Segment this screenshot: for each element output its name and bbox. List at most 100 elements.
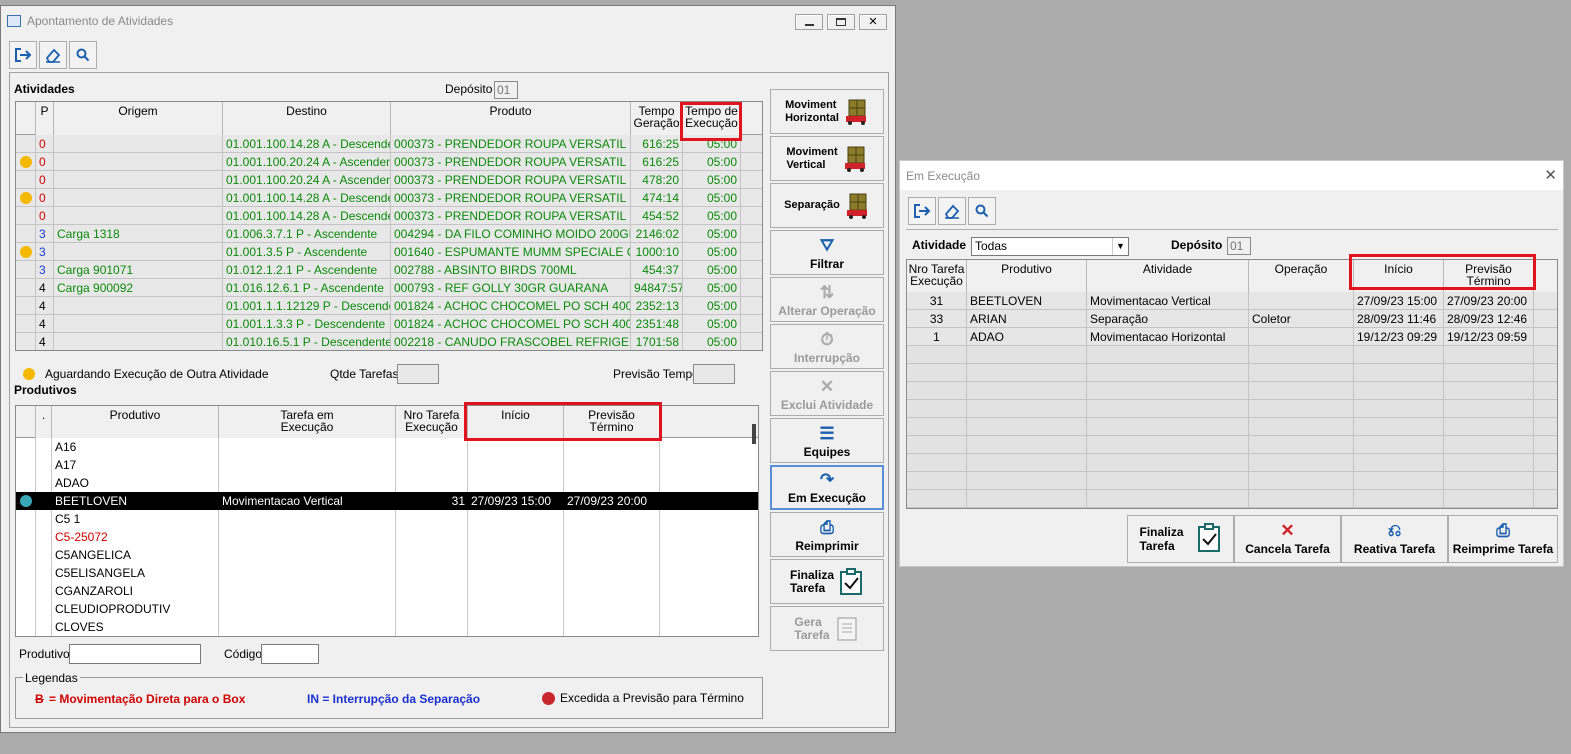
exclui-atividade-button[interactable]: ✕ Exclui Atividade xyxy=(770,371,884,416)
moviment-horizontal-button[interactable]: Moviment Horizontal xyxy=(770,89,884,134)
operacao-cell xyxy=(1249,346,1354,364)
termino-cell xyxy=(1444,346,1534,364)
nro-tarefa-cell: 33 xyxy=(907,310,967,328)
exit-button[interactable] xyxy=(9,41,37,69)
produtivos-grid: . Produtivo Tarefa em Execução Nro Tarefa E… xyxy=(15,405,759,637)
exec-col-header[interactable]: Produtivo xyxy=(967,260,1087,292)
exec-exit-button[interactable] xyxy=(908,197,936,225)
exec-deposito-field[interactable]: 01 xyxy=(1227,237,1251,255)
prod-col-header[interactable]: Nro Tarefa Execução xyxy=(396,406,468,438)
previsao-tempo-field[interactable] xyxy=(693,364,735,384)
termino-cell xyxy=(564,438,660,456)
prod-col-header[interactable]: Produtivo xyxy=(52,406,219,438)
clipboard-check-icon xyxy=(838,567,864,596)
produtivos-scrollbar[interactable] xyxy=(752,424,756,444)
reativa-tarefa-button[interactable]: ⎌ Reativa Tarefa xyxy=(1341,515,1448,563)
atividade-cell: Movimentacao Vertical xyxy=(1087,292,1249,310)
tempo-execucao-cell: 05:00 xyxy=(683,279,741,297)
scroll-icon xyxy=(834,615,860,643)
deposito-field[interactable]: 01 xyxy=(494,81,518,99)
produtivo-cell xyxy=(967,382,1087,400)
minimize-button[interactable] xyxy=(795,14,823,30)
exec-separator xyxy=(906,229,1558,230)
row-indicator-cell xyxy=(16,243,36,261)
prod-col-header[interactable]: . xyxy=(36,406,52,438)
nro-tarefa-cell xyxy=(907,436,967,454)
produtivo-cell: C5 1 xyxy=(55,512,81,526)
produtivo-cell: A16 xyxy=(55,440,77,454)
cancela-tarefa-button[interactable]: ✕ Cancela Tarefa xyxy=(1234,515,1341,563)
produto-cell: 000373 - PRENDEDOR ROUPA VERSATIL PLA xyxy=(391,135,631,153)
gera-tarefa-button[interactable]: Gera Tarefa xyxy=(770,606,884,651)
destino-cell: 01.012.1.2.1 P - Ascendente xyxy=(223,261,391,279)
exec-col-header[interactable]: Nro Tarefa Execução xyxy=(907,260,967,292)
tempo-geracao-cell: 2351:48 xyxy=(631,315,683,333)
atv-col-header[interactable]: Produto xyxy=(391,102,631,135)
side-button-label: Gera Tarefa xyxy=(794,614,830,642)
exec-clear-button[interactable] xyxy=(938,197,966,225)
separacao-button[interactable]: Separação xyxy=(770,183,884,228)
moviment-vertical-button[interactable]: Moviment Vertical xyxy=(770,136,884,181)
exec-col-header[interactable]: Previsão Término xyxy=(1444,260,1534,292)
tempo-geracao-cell: 454:52 xyxy=(631,207,683,225)
produto-cell: 000793 - REF GOLLY 30GR GUARANA xyxy=(391,279,631,297)
exec-finaliza-tarefa-button[interactable]: Finaliza Tarefa xyxy=(1127,515,1234,563)
exit-icon xyxy=(15,48,32,62)
reimprimir-button[interactable]: ⎙ Reimprimir xyxy=(770,512,884,557)
em-execucao-button[interactable]: ↷ Em Execução xyxy=(770,465,884,510)
exec-button-label: Reativa Tarefa xyxy=(1353,542,1436,556)
tarefa-cell: Movimentacao Vertical xyxy=(222,494,343,508)
main-window: Apontamento de Atividades ✕ Atividades D… xyxy=(0,5,896,733)
priority-cell: 0 xyxy=(36,189,54,207)
inicio-cell xyxy=(1354,436,1444,454)
exec-button-bar: Finaliza Tarefa ✕ Cancela Tarefa ⎌ Reativa T… xyxy=(1127,515,1558,563)
equipes-button[interactable]: ☰ Equipes xyxy=(770,418,884,463)
origem-cell: Carga 900092 xyxy=(54,279,223,297)
reimprime-tarefa-button[interactable]: ⎙ Reimprime Tarefa xyxy=(1448,515,1558,563)
printer-icon: ⎙ xyxy=(820,518,834,537)
termino-cell xyxy=(564,510,660,528)
tarefa-cell xyxy=(219,582,396,600)
tempo-geracao-cell: 1000:10 xyxy=(631,243,683,261)
priority-cell: 0 xyxy=(36,171,54,189)
atv-col-header[interactable]: P xyxy=(36,102,54,135)
produto-cell: 000373 - PRENDEDOR ROUPA VERSATIL PLA xyxy=(391,189,631,207)
x-icon: ✕ xyxy=(819,377,835,396)
alterar-operacao-button[interactable]: ⇅ Alterar Operação xyxy=(770,277,884,322)
search-button[interactable] xyxy=(69,41,97,69)
prod-col-header[interactable]: Início xyxy=(468,406,564,438)
exec-col-header[interactable]: Atividade xyxy=(1087,260,1249,292)
termino-cell: 28/09/23 12:46 xyxy=(1444,310,1534,328)
close-button[interactable]: ✕ xyxy=(859,14,887,30)
aguardando-label: Aguardando Execução de Outra Atividade xyxy=(45,367,269,381)
exec-atividade-select[interactable]: Todas ▼ xyxy=(971,237,1129,256)
interrupcao-button[interactable]: ⏱ Interrupção xyxy=(770,324,884,369)
prod-col-header[interactable]: Previsão Término xyxy=(564,406,660,438)
origem-cell xyxy=(54,333,223,350)
clear-button[interactable] xyxy=(39,41,67,69)
operacao-cell: Coletor xyxy=(1249,310,1354,328)
produtivo-filter-input[interactable] xyxy=(69,644,201,664)
atv-col-header[interactable]: Destino xyxy=(223,102,391,135)
destino-cell: 01.001.3.5 P - Ascendente xyxy=(223,243,391,261)
atv-col-header[interactable]: Origem xyxy=(54,102,223,135)
exec-close-button[interactable]: ✕ xyxy=(1544,166,1557,184)
exec-col-header[interactable]: Início xyxy=(1354,260,1444,292)
origem-cell xyxy=(54,135,223,153)
atv-col-header[interactable]: Tempo de Execução xyxy=(683,102,741,135)
qtde-tarefas-field[interactable] xyxy=(397,364,439,384)
prod-col-header[interactable]: Tarefa em Execução xyxy=(219,406,396,438)
exec-col-header[interactable]: Operação xyxy=(1249,260,1354,292)
maximize-button[interactable] xyxy=(827,14,855,30)
exec-search-button[interactable] xyxy=(968,197,996,225)
filtrar-button[interactable]: ⛛ Filtrar xyxy=(770,230,884,275)
legenda-excedida-text: Excedida a Previsão para Término xyxy=(560,691,744,705)
atv-col-header[interactable]: Tempo Geração xyxy=(631,102,683,135)
nro-tarefa-cell xyxy=(907,472,967,490)
codigo-filter-input[interactable] xyxy=(261,644,319,664)
priority-cell: 0 xyxy=(36,207,54,225)
termino-cell xyxy=(1444,400,1534,418)
inicio-cell xyxy=(468,438,564,456)
finaliza-tarefa-button[interactable]: Finaliza Tarefa xyxy=(770,559,884,604)
operacao-cell xyxy=(1249,454,1354,472)
